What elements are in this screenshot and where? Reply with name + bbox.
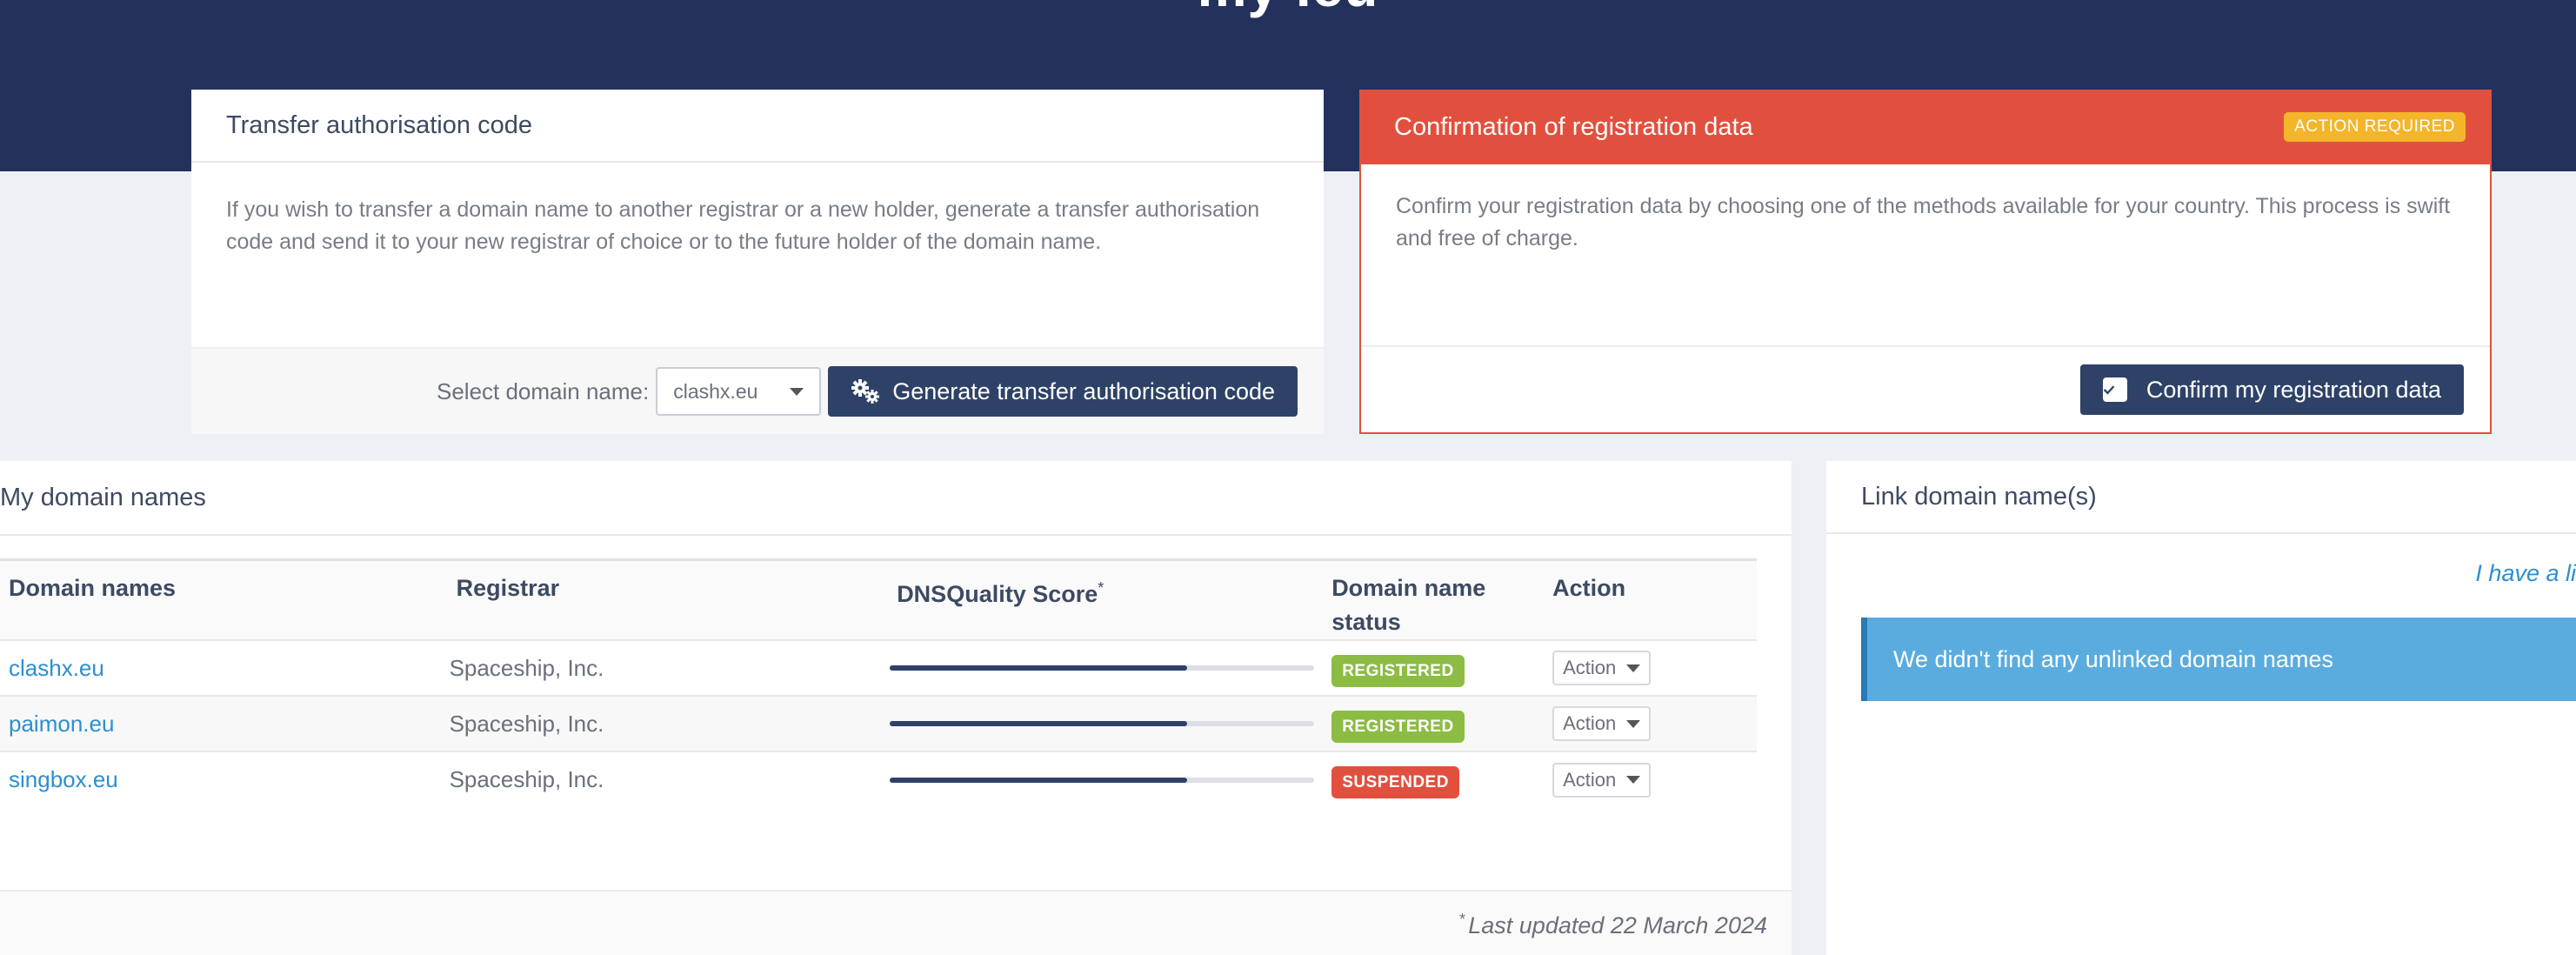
domains-table-header: Domain names Registrar DNSQuality Score*… (0, 558, 1757, 640)
last-updated-note: * Last updated 22 March 2024 (0, 890, 1792, 955)
generate-auth-code-label: Generate transfer authorisation code (892, 377, 1275, 404)
domain-link[interactable]: clashx.eu (9, 655, 104, 681)
select-domain-label: Select domain name: (436, 377, 650, 404)
confirmation-card-footer: Confirm my registration data (1361, 345, 2490, 432)
dns-quality-score-fill (890, 777, 1187, 783)
column-header: Domain names (0, 558, 441, 640)
table-row: singbox.eu Spaceship, Inc. SUSPENDED Act… (0, 751, 1757, 807)
confirmation-card-description: Confirm your registration data by choosi… (1396, 194, 2451, 250)
status-badge: SUSPENDED (1331, 766, 1459, 798)
domain-link[interactable]: paimon.eu (9, 711, 114, 737)
transfer-card-description: If you wish to transfer a domain name to… (226, 197, 1260, 254)
dns-quality-score-bar (890, 665, 1315, 671)
dns-quality-score-bar (890, 721, 1315, 726)
column-header: DNSQuality Score* (881, 558, 1324, 640)
confirmation-card-title: Confirmation of registration data (1394, 112, 1753, 141)
chevron-down-icon (1626, 719, 1641, 728)
column-header: Action (1544, 558, 1757, 640)
action-dropdown-label: Action (1563, 712, 1617, 734)
confirmation-card-header: Confirmation of registration data ACTION… (1359, 90, 2492, 164)
gears-icon (851, 379, 880, 404)
action-dropdown[interactable]: Action (1552, 706, 1652, 741)
registrar-cell: Spaceship, Inc. (440, 751, 882, 807)
footnote-marker: * (1098, 579, 1104, 597)
transfer-card-footer: Select domain name: clashx.eu Generate t… (191, 347, 1324, 434)
domain-select[interactable]: clashx.eu (656, 367, 822, 416)
column-header-label: DNSQuality Score (897, 581, 1098, 607)
domains-table: Domain names Registrar DNSQuality Score*… (0, 558, 1757, 807)
checkbox-icon (2102, 377, 2127, 402)
link-domains-title: Link domain name(s) (1826, 461, 2576, 534)
action-dropdown-label: Action (1563, 657, 1617, 678)
domain-select-value: clashx.eu (673, 379, 758, 403)
last-updated-text: Last updated 22 March 2024 (1468, 912, 1767, 938)
registrar-cell: Spaceship, Inc. (440, 639, 882, 696)
my-domains-title: My domain names (0, 461, 1792, 536)
status-badge: REGISTERED (1331, 654, 1465, 687)
chevron-down-icon (1626, 664, 1641, 672)
transfer-card-title: Transfer authorisation code (191, 90, 1324, 163)
action-dropdown[interactable]: Action (1552, 762, 1652, 798)
footnote-marker: * (1458, 911, 1465, 928)
chevron-down-icon (1626, 776, 1641, 784)
dns-quality-score-bar (890, 777, 1315, 783)
confirmation-card: Confirmation of registration data ACTION… (1359, 90, 2492, 434)
action-dropdown[interactable]: Action (1552, 651, 1652, 685)
chevron-down-icon (790, 387, 804, 396)
status-badge: REGISTERED (1331, 710, 1465, 743)
action-required-badge: ACTION REQUIRED (2284, 112, 2466, 142)
no-unlinked-domains-alert: We didn't find any unlinked domain names (1861, 618, 2576, 701)
transfer-auth-card: Transfer authorisation code If you wish … (191, 90, 1324, 434)
column-header: Registrar (440, 558, 882, 640)
confirm-registration-button[interactable]: Confirm my registration data (2079, 364, 2464, 415)
dns-quality-score-fill (890, 665, 1187, 671)
column-header: Domain name status (1323, 558, 1545, 640)
column-header-label: Registrar (456, 575, 560, 601)
domain-link[interactable]: singbox.eu (9, 766, 118, 792)
generate-auth-code-button[interactable]: Generate transfer authorisation code (828, 366, 1298, 417)
registrar-cell: Spaceship, Inc. (440, 695, 882, 751)
dns-quality-score-fill (890, 721, 1187, 726)
action-dropdown-label: Action (1563, 768, 1617, 791)
table-row: clashx.eu Spaceship, Inc. REGISTERED Act… (0, 639, 1757, 696)
link-domains-card: Link domain name(s) (1826, 461, 2576, 955)
page-title: my .eu (0, 0, 2576, 19)
confirm-registration-label: Confirm my registration data (2146, 376, 2441, 403)
table-row: paimon.eu Spaceship, Inc. REGISTERED Act… (0, 695, 1757, 751)
link-domain-hint[interactable]: I have a li (2475, 560, 2576, 587)
